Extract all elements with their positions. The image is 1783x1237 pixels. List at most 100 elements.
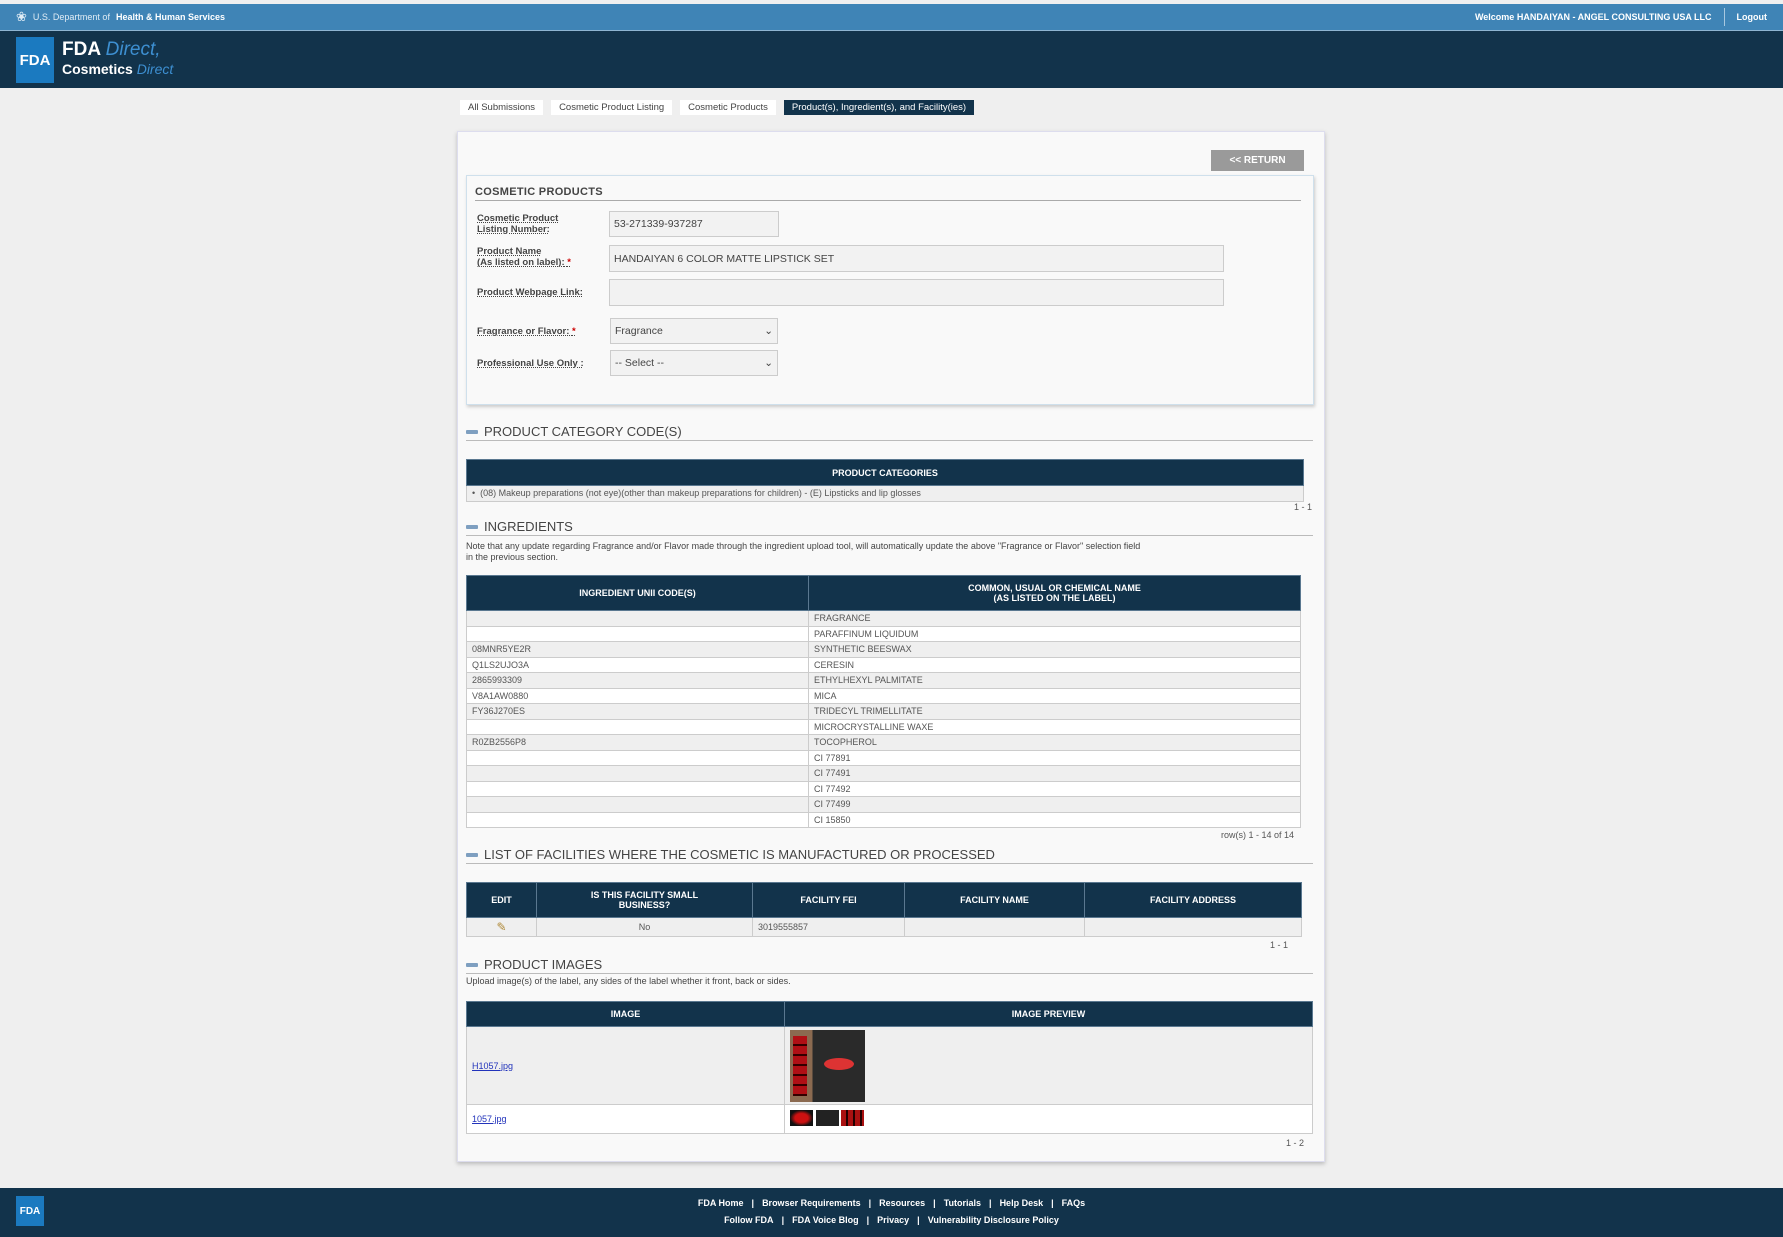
cosmetic-products-section: COSMETIC PRODUCTS Cosmetic Product Listin…: [466, 175, 1314, 405]
unii-code-cell: [466, 765, 809, 782]
logout-link[interactable]: Logout: [1737, 12, 1768, 22]
column-header: FACILITY ADDRESS: [1084, 882, 1302, 918]
table-row: PARAFFINUM LIQUIDUM: [466, 625, 1301, 642]
breadcrumb-all-submissions[interactable]: All Submissions: [460, 100, 544, 115]
column-header: PRODUCT CATEGORIES: [466, 459, 1304, 486]
footer-link[interactable]: Follow FDA: [724, 1215, 774, 1225]
footer-link[interactable]: FDA Home: [698, 1198, 744, 1208]
table-row: CI 77491: [466, 765, 1301, 782]
fda-logo[interactable]: FDA: [16, 37, 54, 83]
footer-separator: |: [781, 1215, 785, 1225]
facilities-pager: 1 - 1: [1269, 940, 1288, 950]
listing-number-label: Cosmetic Product Listing Number:: [477, 213, 558, 235]
thumb-2: [815, 1110, 839, 1126]
fei-cell: 3019555857: [752, 917, 905, 937]
collapse-icon[interactable]: [466, 962, 478, 967]
breadcrumb-current: Product(s), Ingredient(s), and Facility(…: [783, 100, 975, 115]
category-text: (08) Makeup preparations (not eye)(other…: [480, 488, 921, 499]
table-row: CI 15850: [466, 811, 1301, 828]
column-header: IMAGE: [466, 1001, 785, 1027]
ingredient-name-cell: MICROCRYSTALLINE WAXE: [808, 718, 1301, 735]
column-header: IMAGE PREVIEW: [784, 1001, 1313, 1027]
header-line: COMMON, USUAL OR CHEMICAL NAME: [968, 583, 1141, 593]
unii-code-cell: V8A1AW0880: [466, 687, 809, 704]
footer-link[interactable]: Privacy: [877, 1215, 909, 1225]
facilities-table: EDIT IS THIS FACILITY SMALL BUSINESS? FA…: [466, 882, 1302, 937]
hhs-eagle-icon: ❀: [16, 9, 27, 24]
footer-link[interactable]: Browser Requirements: [762, 1198, 861, 1208]
footer-link[interactable]: FDA Voice Blog: [792, 1215, 859, 1225]
ingredient-name-cell: CI 77891: [808, 749, 1301, 766]
chevron-down-icon: ⌄: [764, 325, 773, 337]
image-preview-cell: [784, 1104, 1313, 1134]
breadcrumb-cosmetic-product-listing[interactable]: Cosmetic Product Listing: [551, 100, 673, 115]
thumb-3: [841, 1110, 865, 1126]
footer-separator: |: [989, 1198, 992, 1208]
collapse-icon[interactable]: [466, 852, 478, 857]
ingredients-note: Note that any update regarding Fragrance…: [466, 541, 1140, 563]
ingredients-heading: INGREDIENTS: [466, 519, 1313, 536]
footer-link[interactable]: Resources: [879, 1198, 925, 1208]
professional-use-select[interactable]: -- Select -- ⌄: [610, 350, 778, 376]
ingredient-name-cell: CI 77499: [808, 796, 1301, 813]
collapse-icon[interactable]: [466, 429, 478, 434]
webpage-link-field[interactable]: [609, 279, 1224, 306]
footer-link[interactable]: Help Desk: [1000, 1198, 1044, 1208]
lipstick-thumbnail-preview-image[interactable]: [790, 1110, 865, 1128]
professional-use-label: Professional Use Only :: [477, 358, 584, 369]
table-row: MICROCRYSTALLINE WAXE: [466, 718, 1301, 735]
ingredients-pager: row(s) 1 - 14 of 14: [1220, 830, 1294, 840]
ingredient-name-cell: CI 77491: [808, 765, 1301, 782]
section-title: COSMETIC PRODUCTS: [475, 186, 1301, 201]
footer-link[interactable]: Vulnerability Disclosure Policy: [928, 1215, 1059, 1225]
ingredient-name-cell: ETHYLHEXYL PALMITATE: [808, 672, 1301, 689]
divider: [1723, 8, 1725, 26]
brand-fda: FDA: [62, 39, 101, 60]
hhs-link[interactable]: ❀ U.S. Department of Health & Human Serv…: [16, 9, 225, 25]
edit-cell: ✎: [466, 917, 537, 937]
footer-separator: |: [1051, 1198, 1054, 1208]
footer-separator: |: [917, 1215, 920, 1225]
unii-code-cell: [466, 625, 809, 642]
label-line: Listing Number:: [477, 224, 550, 235]
chevron-down-icon: ⌄: [764, 357, 773, 369]
ingredient-name-cell: MICA: [808, 687, 1301, 704]
heading-text: LIST OF FACILITIES WHERE THE COSMETIC IS…: [484, 847, 995, 862]
categories-table: PRODUCT CATEGORIES • (08) Makeup prepara…: [466, 459, 1304, 502]
label-line: Cosmetic Product: [477, 213, 559, 224]
footer-links-row-1: FDA Home | Browser Requirements | Resources |…: [0, 1198, 1783, 1208]
listing-number-field[interactable]: 53-271339-937287: [609, 211, 779, 237]
column-header: IS THIS FACILITY SMALL BUSINESS?: [536, 882, 753, 918]
ingredients-table: INGREDIENT UNII CODE(S) COMMON, USUAL OR …: [466, 575, 1301, 828]
ingredient-name-cell: FRAGRANCE: [808, 610, 1301, 627]
unii-code-cell: R0ZB2556P8: [466, 734, 809, 751]
table-row: CI 77891: [466, 749, 1301, 766]
breadcrumb-cosmetic-products[interactable]: Cosmetic Products: [680, 100, 776, 115]
categories-heading: PRODUCT CATEGORY CODE(S): [466, 424, 1313, 441]
return-button[interactable]: << RETURN: [1211, 150, 1304, 171]
lipstick-set-preview-image[interactable]: [790, 1029, 865, 1102]
table-row: V8A1AW0880 MICA: [466, 687, 1301, 704]
column-header: INGREDIENT UNII CODE(S): [466, 575, 809, 611]
fragrance-select[interactable]: Fragrance ⌄: [610, 318, 778, 344]
images-note: Upload image(s) of the label, any sides …: [466, 976, 791, 986]
collapse-icon[interactable]: [466, 524, 478, 529]
required-marker: *: [567, 257, 571, 268]
product-name-label: Product Name (As listed on label): *: [477, 246, 571, 268]
note-line: Note that any update regarding Fragrance…: [466, 541, 1141, 551]
table-row: FY36J270ES TRIDECYL TRIMELLITATE: [466, 703, 1301, 720]
image-preview-cell: [784, 1026, 1313, 1105]
image-file-link[interactable]: 1057.jpg: [472, 1114, 507, 1124]
unii-code-cell: 08MNR5YE2R: [466, 641, 809, 658]
unii-code-cell: [466, 796, 809, 813]
column-header: COMMON, USUAL OR CHEMICAL NAME (AS LISTED…: [808, 575, 1301, 611]
welcome-text: Welcome HANDAIYAN - ANGEL CONSULTING USA…: [1474, 12, 1712, 22]
footer-link[interactable]: Tutorials: [944, 1198, 981, 1208]
image-file-link[interactable]: H1057.jpg: [472, 1061, 513, 1071]
unii-code-cell: FY36J270ES: [466, 703, 809, 720]
footer-separator: |: [866, 1215, 870, 1225]
edit-pencil-icon[interactable]: ✎: [496, 920, 506, 934]
product-name-field[interactable]: HANDAIYAN 6 COLOR MATTE LIPSTICK SET: [609, 245, 1224, 272]
images-pager: 1 - 2: [1285, 1138, 1304, 1148]
footer-link[interactable]: FAQs: [1062, 1198, 1086, 1208]
